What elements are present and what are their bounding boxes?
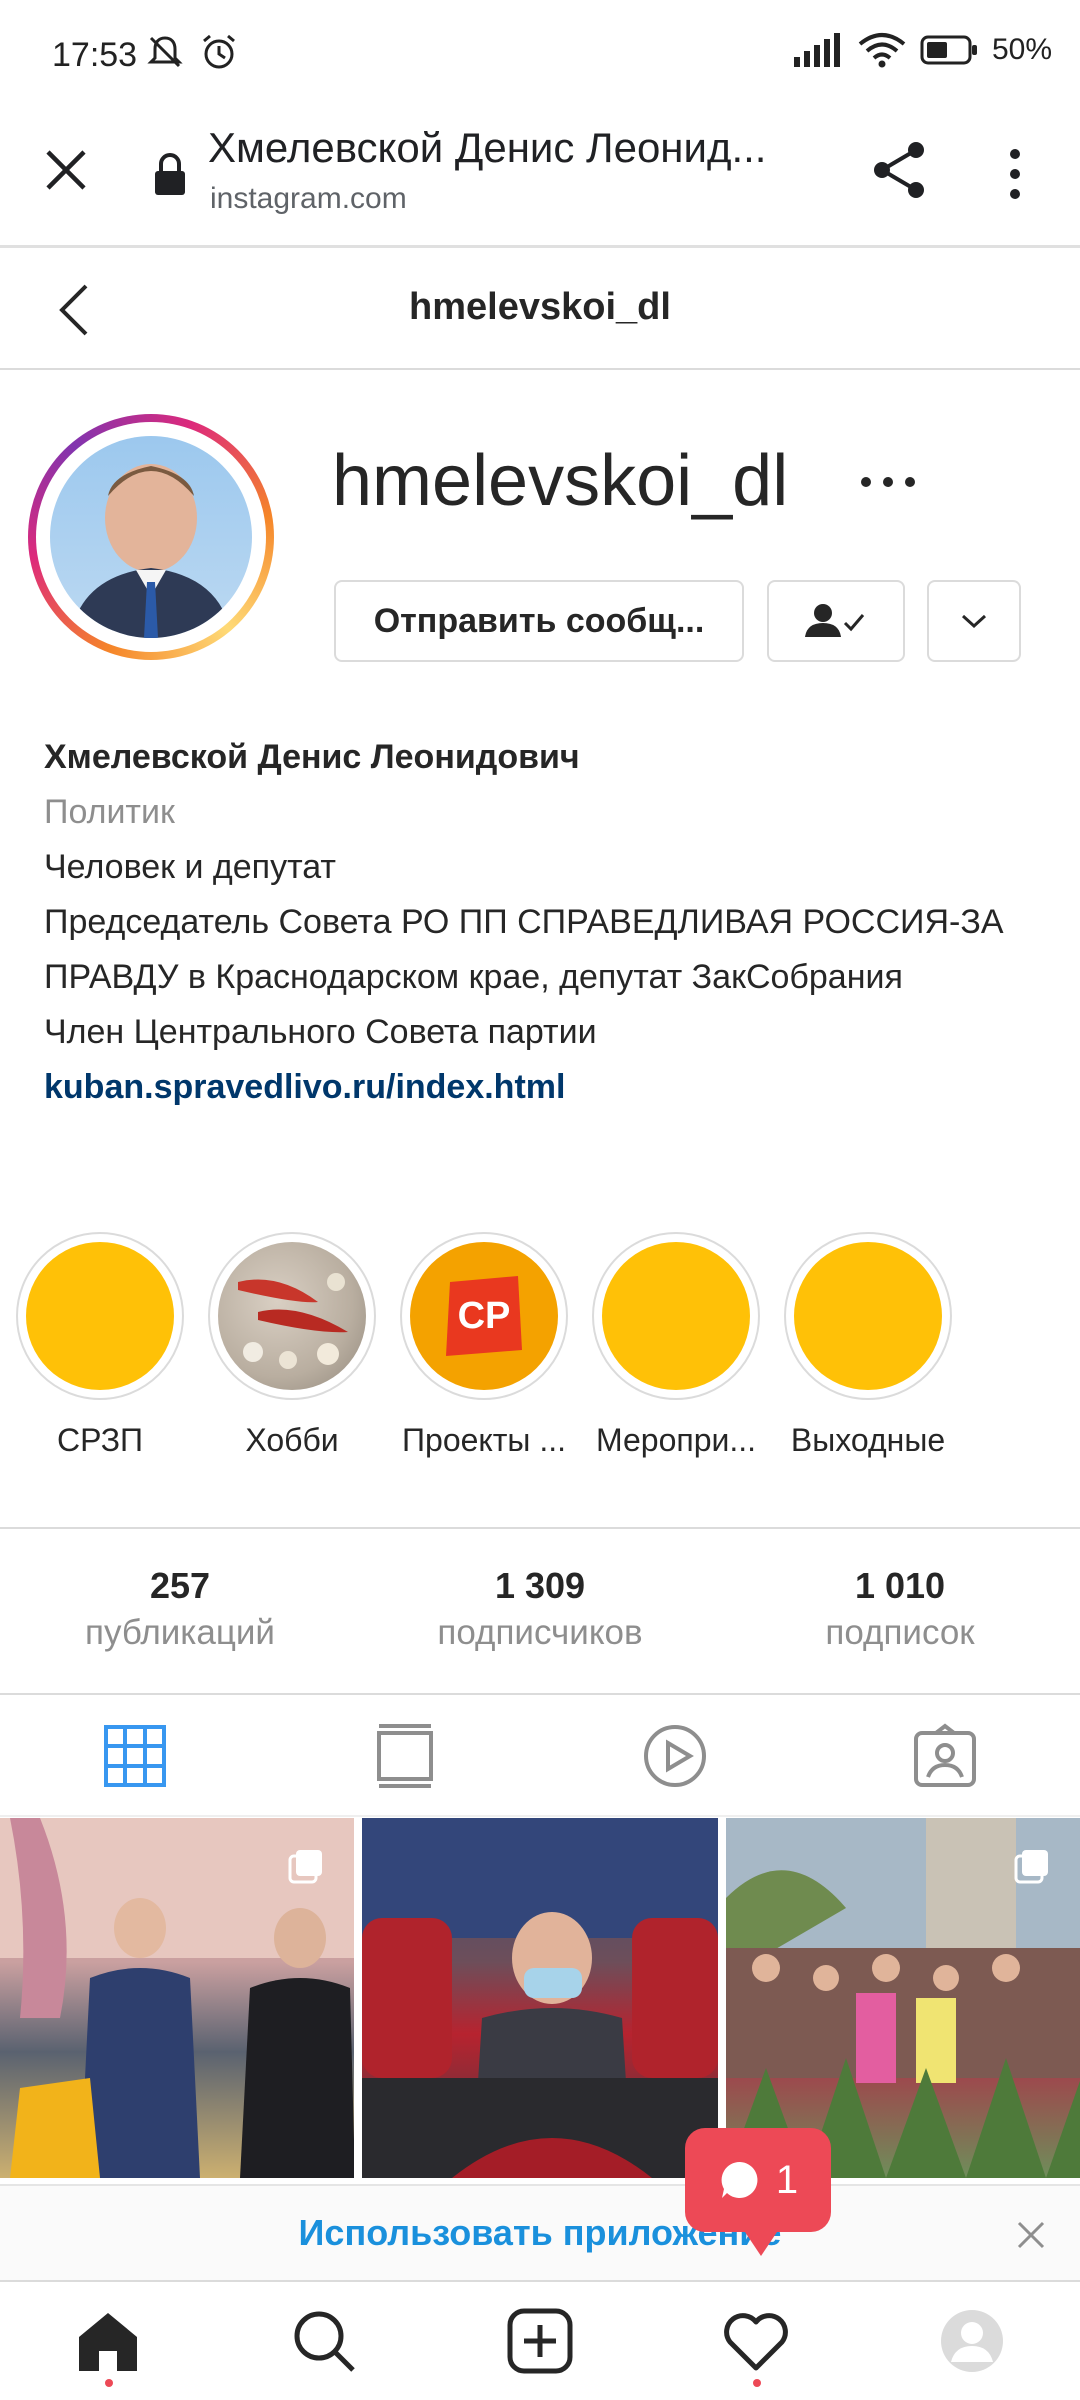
nav-indicator-dot [105,2379,113,2387]
instagram-header: hmelevskoi_dl [0,248,1080,370]
highlight-item[interactable]: СРЗП [16,1232,184,1459]
feed-icon [377,1724,433,1788]
tab-reels[interactable] [540,1697,810,1815]
tab-tagged[interactable] [810,1697,1080,1815]
add-post-icon [507,2308,573,2374]
home-icon [79,2313,137,2371]
grid-icon [104,1725,166,1787]
avatar-photo [70,464,232,638]
bio-full-name: Хмелевской Денис Леонидович [44,738,580,776]
post-photo [362,1818,718,2178]
highlight-cover [794,1242,942,1390]
story-highlights: СРЗП Хобби СР Проекты ... Меропри... Вых… [16,1232,952,1459]
profile-avatar[interactable] [28,414,274,660]
bio-website-link[interactable]: kuban.spravedlivo.ru/index.html [44,1060,1054,1115]
play-icon [644,1725,706,1787]
highlight-label: Хобби [245,1422,339,1458]
tab-igtv[interactable] [270,1697,540,1815]
wifi-icon [858,33,906,68]
profile-username: hmelevskoi_dl [332,441,789,521]
party-logo-text: СР [458,1295,511,1337]
status-bar: 17:53 50% [0,0,1080,110]
party-logo-icon: СР [446,1276,522,1356]
stat-label: публикаций [85,1613,275,1652]
nav-indicator-dot [753,2379,761,2387]
heart-icon [724,2313,788,2371]
search-icon [294,2311,355,2372]
profile-tabs [0,1697,1080,1817]
battery-percent: 50% [991,33,1052,66]
battery-icon [920,35,977,65]
browser-page-title[interactable]: Хмелевской Денис Леонид... [208,124,808,172]
following-user-icon [805,604,865,637]
carousel-icon [288,1850,323,1884]
profile-stats: 257 публикаций 1 309 подписчиков 1 010 п… [0,1527,1080,1695]
highlight-item[interactable]: Меропри... [592,1232,760,1459]
bottom-navigation [0,2280,1080,2400]
tagged-icon [914,1723,976,1787]
send-message-button[interactable]: Отправить сообщ... [334,580,744,662]
browser-toolbar: Хмелевской Денис Леонид... instagram.com [0,110,1080,248]
bio-line: Член Центрального Совета партии [44,1013,597,1051]
stat-value: 1 010 [854,1565,946,1606]
bio-line: Человек и депутат [44,848,337,886]
highlight-item[interactable]: СР Проекты ... [400,1232,568,1459]
open-app-banner: Использовать приложение [0,2184,1080,2280]
notification-count: 1 [775,2157,799,2202]
stat-followers[interactable]: 1 309 подписчиков [360,1529,720,1693]
stat-label: подписок [825,1613,975,1652]
nav-search[interactable] [284,2301,364,2381]
header-username: hmelevskoi_dl [409,286,671,328]
post-thumbnail[interactable] [725,1818,1080,2178]
status-time: 17:53 [52,36,138,74]
carousel-icon [1014,1850,1048,1884]
posts-grid [0,1818,1080,2178]
post-thumbnail[interactable] [0,1818,355,2178]
highlight-item[interactable]: Хобби [208,1232,376,1459]
nav-new-post[interactable] [500,2301,580,2381]
tab-grid[interactable] [0,1697,270,1815]
nav-activity[interactable] [716,2301,796,2387]
mute-icon [147,36,183,68]
profile-avatar-icon [941,2310,1003,2372]
share-icon[interactable] [870,140,930,200]
profile-options-icon[interactable] [858,472,918,492]
hobby-photo [238,1273,348,1369]
highlight-item[interactable]: Выходные [784,1232,952,1459]
browser-url[interactable]: instagram.com [210,182,407,216]
stat-value: 257 [149,1565,211,1606]
following-button[interactable] [767,580,905,662]
lock-icon[interactable] [152,152,188,196]
comment-icon [721,2161,758,2198]
activity-notification-bubble[interactable]: 1 [685,2128,831,2256]
stat-following[interactable]: 1 010 подписок [720,1529,1080,1693]
bio-category: Политик [44,793,175,831]
stat-posts[interactable]: 257 публикаций [0,1529,360,1693]
highlight-cover: СР [410,1242,558,1390]
highlight-label: Выходные [790,1422,946,1458]
signal-icon [793,33,840,67]
profile-bio: Хмелевской Денис Леонидович Политик Чело… [44,730,1054,1115]
alarm-icon [203,34,235,69]
highlight-cover [218,1242,366,1390]
nav-profile[interactable] [932,2301,1012,2381]
stat-value: 1 309 [494,1565,586,1606]
more-options-icon[interactable] [1000,146,1030,202]
highlight-label: Проекты ... [402,1422,566,1458]
suggested-dropdown-button[interactable] [927,580,1021,662]
highlight-cover [602,1242,750,1390]
close-icon[interactable] [40,144,92,196]
highlight-label: СРЗП [56,1422,144,1458]
nav-home[interactable] [68,2301,148,2387]
post-thumbnail[interactable] [362,1818,718,2178]
use-app-link[interactable]: Использовать приложение [0,2212,1080,2254]
highlight-label: Меропри... [595,1422,757,1458]
chevron-down-icon [961,614,987,629]
bio-line: Председатель Совета РО ПП СПРАВЕДЛИВАЯ Р… [44,903,1004,996]
close-banner-icon[interactable] [1016,2220,1046,2250]
stat-label: подписчиков [437,1613,643,1652]
highlight-cover [26,1242,174,1390]
